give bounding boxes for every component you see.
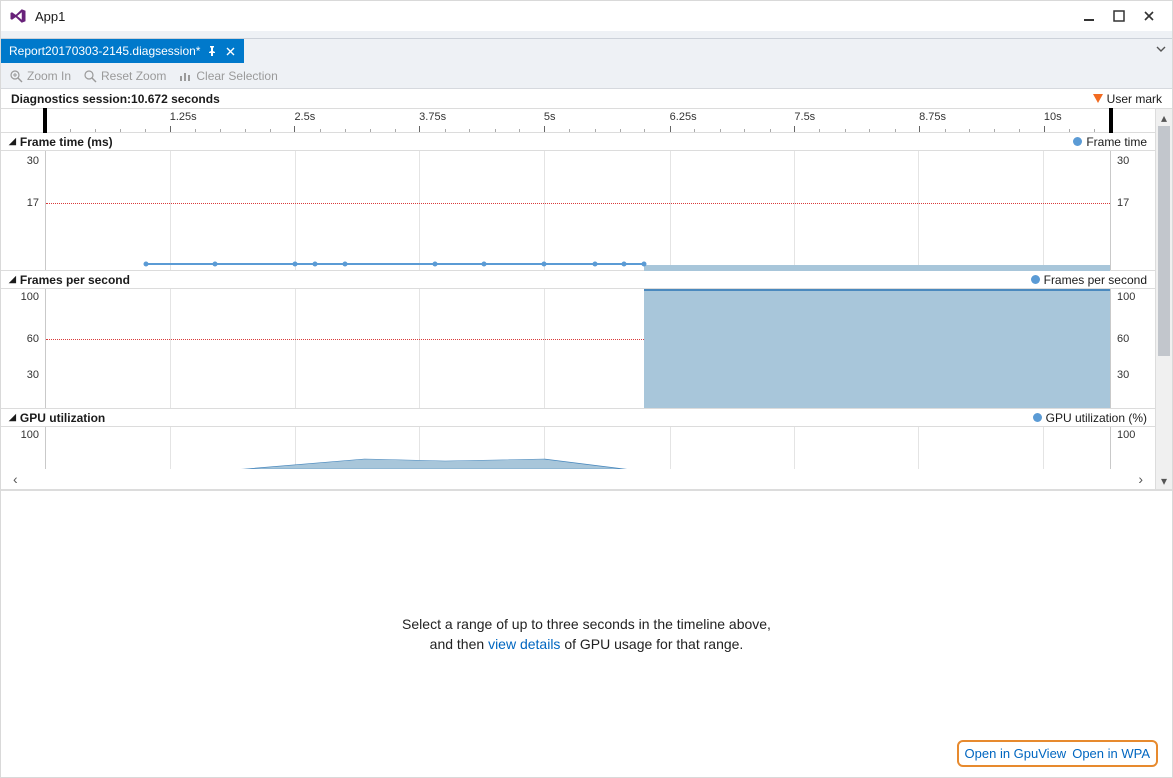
pin-icon[interactable] <box>206 45 218 57</box>
scrollbar-thumb[interactable] <box>1158 126 1170 356</box>
lane-legend: Frame time <box>1073 135 1147 149</box>
legend-label: Frames per second <box>1044 273 1147 287</box>
lane-header-frame-time[interactable]: ◢ Frame time (ms) Frame time <box>1 133 1155 151</box>
hint-line-2b: of GPU usage for that range. <box>560 636 743 652</box>
document-tab-label: Report20170303-2145.diagsession* <box>9 44 200 58</box>
close-tab-icon[interactable] <box>224 45 236 57</box>
document-tabbar: Report20170303-2145.diagsession* <box>1 39 1172 63</box>
data-line <box>146 263 644 265</box>
maximize-button[interactable] <box>1104 5 1134 27</box>
titlebar: App1 <box>1 1 1172 31</box>
zoom-in-button[interactable]: Zoom In <box>9 69 71 83</box>
y-label: 100 <box>1117 291 1135 303</box>
minimize-button[interactable] <box>1074 5 1104 27</box>
gpu-plot[interactable]: 100 100 <box>1 427 1155 469</box>
threshold-line <box>46 203 1110 204</box>
user-mark-label: User mark <box>1107 92 1162 106</box>
scroll-up-icon[interactable]: ▴ <box>1156 109 1172 126</box>
close-button[interactable] <box>1134 5 1164 27</box>
document-tab[interactable]: Report20170303-2145.diagsession* <box>1 39 244 63</box>
tab-overflow-icon[interactable] <box>1156 43 1166 57</box>
clear-selection-button[interactable]: Clear Selection <box>178 69 277 83</box>
lane-header-gpu[interactable]: ◢ GPU utilization GPU utilization (%) <box>1 409 1155 427</box>
data-area <box>644 289 1110 408</box>
menu-strip <box>1 31 1172 39</box>
disclose-icon[interactable]: ◢ <box>9 274 16 285</box>
scroll-down-icon[interactable]: ▾ <box>1156 472 1172 489</box>
reset-zoom-label: Reset Zoom <box>101 69 166 83</box>
hint-line-1: Select a range of up to three seconds in… <box>402 616 771 632</box>
lane-legend: Frames per second <box>1031 273 1147 287</box>
external-open-links: Open in GpuView Open in WPA <box>957 740 1158 767</box>
user-mark-icon <box>1093 94 1103 104</box>
horizontal-scroll[interactable]: ‹ › <box>1 469 1155 489</box>
scroll-right-icon[interactable]: › <box>1138 471 1143 487</box>
toolbar: Zoom In Reset Zoom Clear Selection <box>1 63 1172 89</box>
open-in-gpuview-link[interactable]: Open in GpuView <box>965 746 1067 761</box>
legend-label: Frame time <box>1086 135 1147 149</box>
user-mark-legend: User mark <box>1093 92 1162 106</box>
y-label: 100 <box>21 291 39 303</box>
lane-title: GPU utilization <box>20 411 105 425</box>
timeline-ruler[interactable]: 1.25s 2.5s 3.75s 5s 6.25s 7.5s 8.75s 10s <box>1 109 1155 133</box>
y-label: 17 <box>27 197 39 209</box>
y-label: 100 <box>21 429 39 441</box>
zoom-in-icon <box>9 69 23 83</box>
y-label: 60 <box>1117 333 1129 345</box>
ruler-ticks <box>45 122 1111 132</box>
disclose-icon[interactable]: ◢ <box>9 412 16 423</box>
lane-title: Frame time (ms) <box>20 135 113 149</box>
y-label: 30 <box>1117 369 1129 381</box>
details-pane: Select a range of up to three seconds in… <box>1 489 1172 777</box>
data-line <box>644 265 1110 271</box>
lane-header-fps[interactable]: ◢ Frames per second Frames per second <box>1 271 1155 289</box>
y-label: 30 <box>27 369 39 381</box>
window-title: App1 <box>35 9 65 24</box>
view-details-link[interactable]: view details <box>488 636 560 652</box>
legend-dot-icon <box>1033 413 1042 422</box>
legend-label: GPU utilization (%) <box>1046 411 1147 425</box>
y-label: 100 <box>1117 429 1135 441</box>
y-label: 17 <box>1117 197 1129 209</box>
vertical-scrollbar[interactable]: ▴ ▾ <box>1155 109 1172 489</box>
session-label-prefix: Diagnostics session: <box>11 92 131 106</box>
lane-title: Frames per second <box>20 273 130 287</box>
scroll-left-icon[interactable]: ‹ <box>13 471 18 487</box>
gpu-area <box>46 427 1110 469</box>
y-label: 30 <box>1117 155 1129 167</box>
lane-legend: GPU utilization (%) <box>1033 411 1147 425</box>
frame-time-plot[interactable]: 30 17 30 17 <box>1 151 1155 271</box>
y-label: 60 <box>27 333 39 345</box>
vs-logo-icon <box>9 7 27 25</box>
disclose-icon[interactable]: ◢ <box>9 136 16 147</box>
zoom-in-label: Zoom In <box>27 69 71 83</box>
hint-line-2a: and then <box>430 636 488 652</box>
open-in-wpa-link[interactable]: Open in WPA <box>1072 746 1150 761</box>
reset-zoom-button[interactable]: Reset Zoom <box>83 69 166 83</box>
legend-dot-icon <box>1073 137 1082 146</box>
fps-plot[interactable]: 100 60 30 100 60 30 <box>1 289 1155 409</box>
clear-selection-label: Clear Selection <box>196 69 277 83</box>
y-label: 30 <box>27 155 39 167</box>
session-header: Diagnostics session: 10.672 seconds User… <box>1 89 1172 109</box>
session-duration: 10.672 seconds <box>131 92 220 106</box>
legend-dot-icon <box>1031 275 1040 284</box>
reset-zoom-icon <box>83 69 97 83</box>
clear-selection-icon <box>178 69 192 83</box>
